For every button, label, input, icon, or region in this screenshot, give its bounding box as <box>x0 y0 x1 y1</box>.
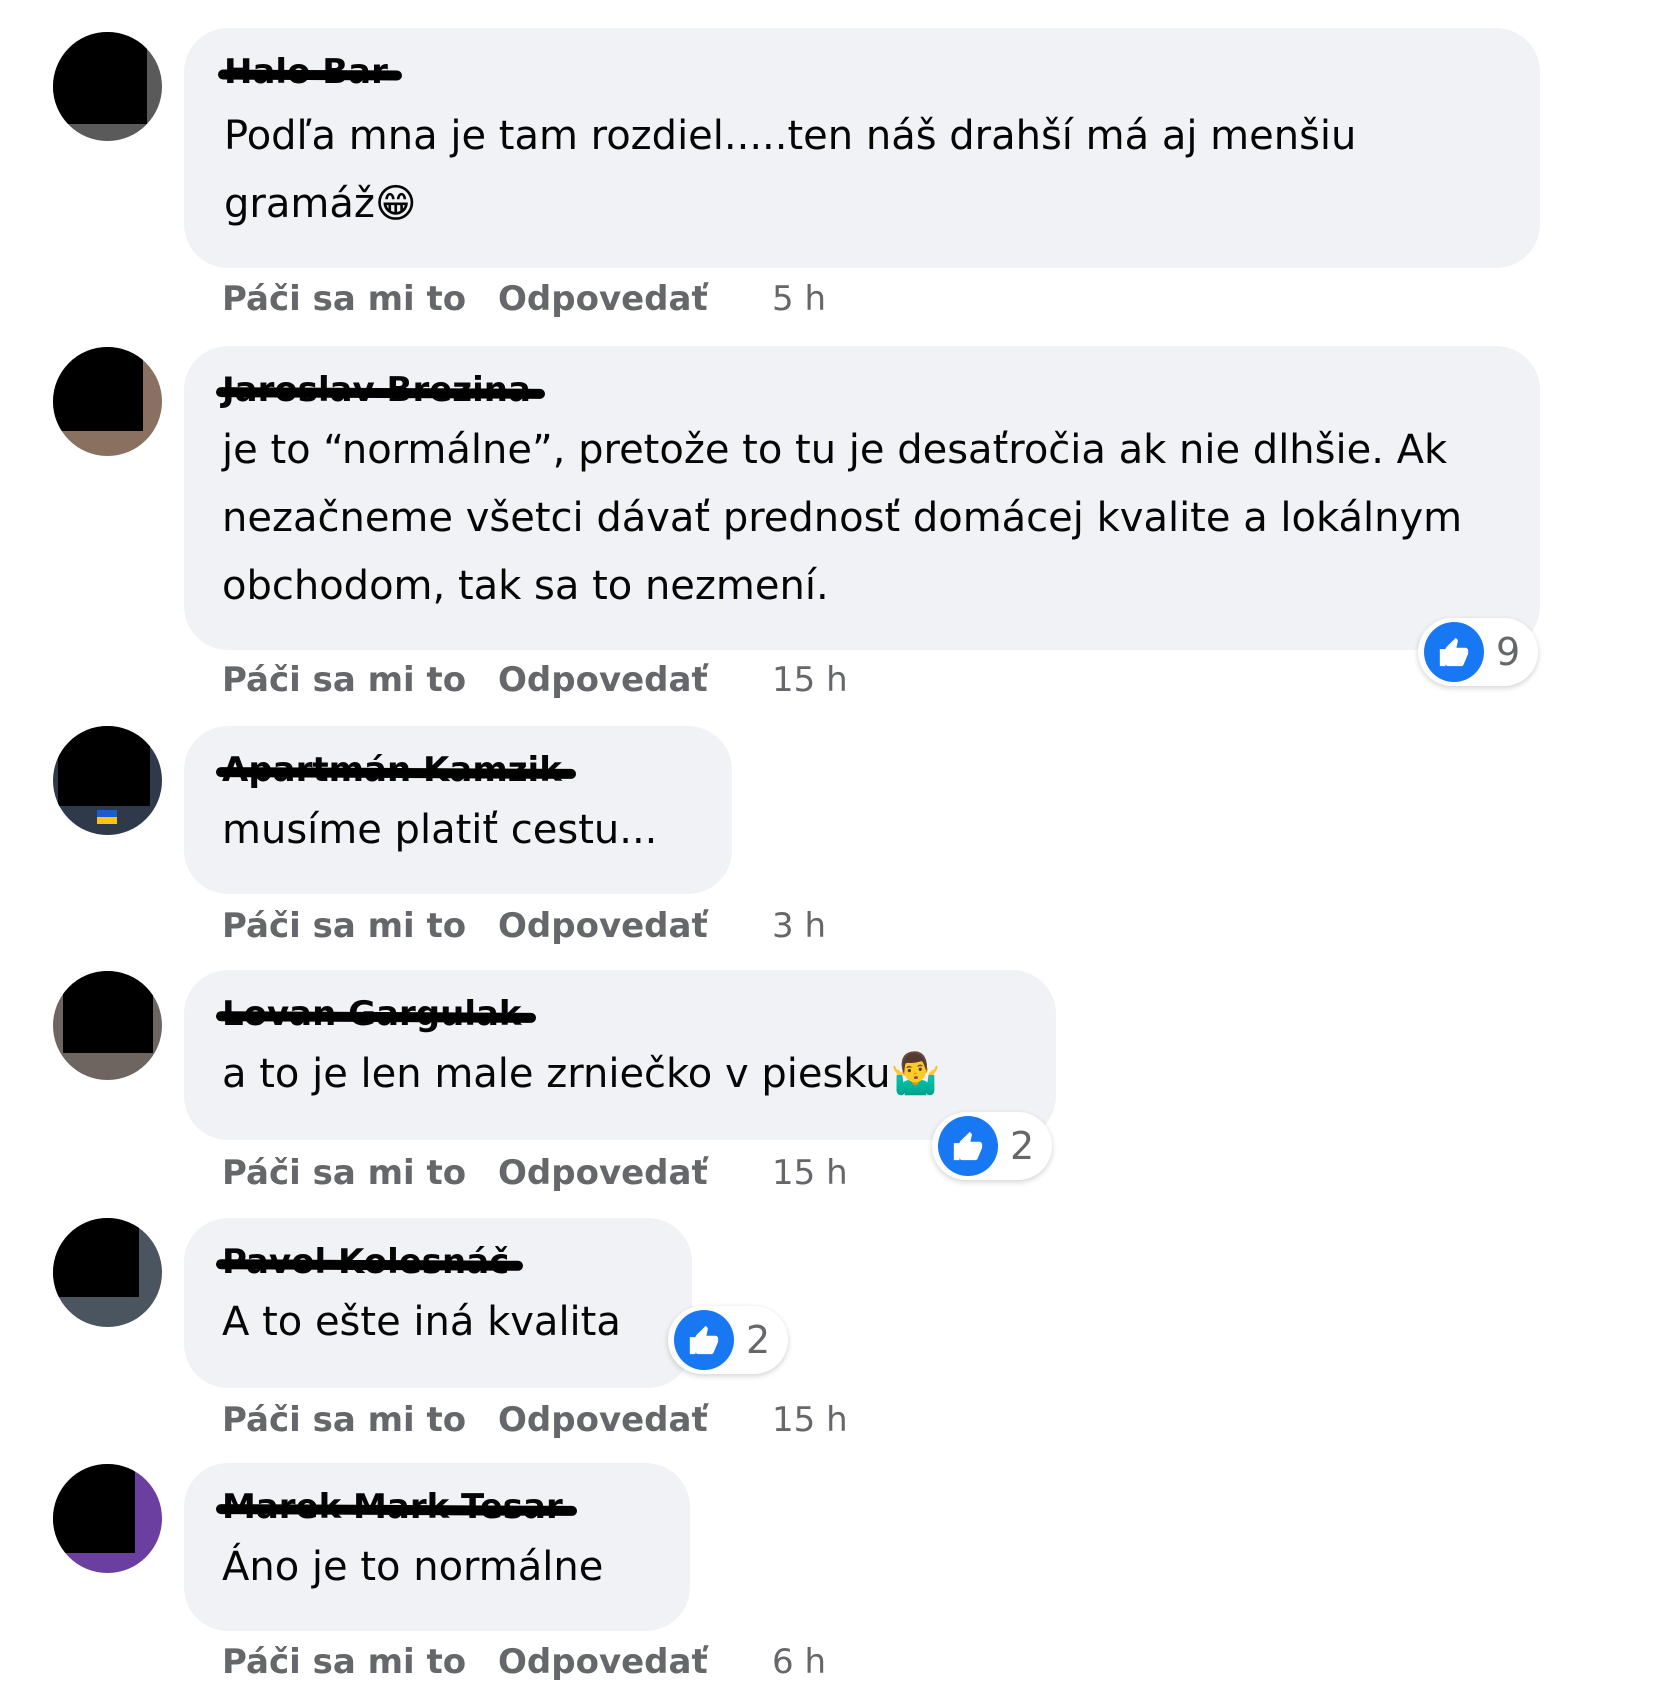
like-button[interactable]: Páči sa mi to <box>222 906 498 946</box>
timestamp[interactable]: 15 h <box>772 1153 848 1193</box>
like-thumb-icon <box>674 1310 734 1370</box>
avatar[interactable] <box>53 32 162 141</box>
reaction-count-value: 2 <box>746 1318 771 1362</box>
comment-text: Podľa mna je tam rozdiel.....ten náš dra… <box>224 102 1500 238</box>
comment-text: A to ešte iná kvalita <box>222 1299 621 1345</box>
avatar[interactable] <box>53 347 162 456</box>
like-button[interactable]: Páči sa mi to <box>222 1153 498 1193</box>
strikethrough-redaction <box>217 69 402 81</box>
strikethrough-redaction <box>215 767 576 779</box>
comment-actions: Páči sa mi to Odpovedať 15 h <box>222 1400 848 1440</box>
author-name[interactable]: Marek Mark Tesar <box>215 1487 577 1527</box>
timestamp[interactable]: 5 h <box>772 279 826 319</box>
timestamp[interactable]: 15 h <box>772 660 848 700</box>
like-button[interactable]: Páči sa mi to <box>222 1642 498 1682</box>
reaction-count-value: 9 <box>1496 630 1521 674</box>
reaction-count[interactable]: 2 <box>668 1306 788 1374</box>
redaction-box <box>58 726 150 806</box>
like-thumb-icon <box>1424 622 1484 682</box>
comment-actions: Páči sa mi to Odpovedať 5 h <box>222 279 826 319</box>
reply-button[interactable]: Odpovedať <box>498 1400 772 1440</box>
redaction-box <box>63 971 153 1053</box>
comment-bubble: Marek Mark Tesar Áno je to normálne <box>184 1463 690 1631</box>
comment-actions: Páči sa mi to Odpovedať 6 h <box>222 1642 826 1682</box>
like-button[interactable]: Páči sa mi to <box>222 1400 498 1440</box>
reply-button[interactable]: Odpovedať <box>498 660 772 700</box>
comment-bubble: Lovan Gargulak a to je len male zrniečko… <box>184 970 1056 1140</box>
timestamp[interactable]: 15 h <box>772 1400 848 1440</box>
comment-bubble: Apartmán Kamzik musíme platiť cestu... <box>184 726 732 894</box>
comment-text: Áno je to normálne <box>222 1544 604 1590</box>
comment-bubble: Jaroslav Brezina je to “normálne”, preto… <box>184 346 1540 650</box>
author-name[interactable]: Halo Bar <box>217 52 402 92</box>
reply-button[interactable]: Odpovedať <box>498 1153 772 1193</box>
avatar[interactable] <box>53 971 162 1080</box>
shrug-emoji-icon: 🤷‍♂️ <box>890 1051 941 1097</box>
grin-emoji-icon: 😁 <box>374 181 417 227</box>
comment-actions: Páči sa mi to Odpovedať 3 h <box>222 906 826 946</box>
reply-button[interactable]: Odpovedať <box>498 1642 772 1682</box>
comment-body: a to je len male zrniečko v piesku <box>222 1051 891 1097</box>
reaction-count[interactable]: 9 <box>1418 618 1538 686</box>
avatar[interactable] <box>53 1218 162 1327</box>
redaction-box <box>53 32 147 124</box>
comment-text: je to “normálne”, pretože to tu je desať… <box>222 427 1463 609</box>
author-name[interactable]: Jaroslav Brezina <box>215 370 545 410</box>
author-name[interactable]: Pavol Kolesnáč <box>215 1242 524 1282</box>
comment-text: musíme platiť cestu... <box>222 807 658 853</box>
redaction-box <box>53 1218 139 1297</box>
strikethrough-redaction <box>215 1259 524 1271</box>
reply-button[interactable]: Odpovedať <box>498 906 772 946</box>
strikethrough-redaction <box>215 1504 577 1516</box>
comment-actions: Páči sa mi to Odpovedať 15 h <box>222 660 848 700</box>
reply-button[interactable]: Odpovedať <box>498 279 772 319</box>
redaction-box <box>53 347 143 431</box>
redaction-box <box>53 1464 135 1553</box>
comment-bubble: Pavol Kolesnáč A to ešte iná kvalita <box>184 1218 692 1388</box>
timestamp[interactable]: 6 h <box>772 1642 826 1682</box>
author-name[interactable]: Apartmán Kamzik <box>215 750 576 790</box>
author-name[interactable]: Lovan Gargulak <box>215 994 536 1034</box>
reaction-count-value: 2 <box>1010 1124 1035 1168</box>
like-thumb-icon <box>938 1116 998 1176</box>
avatar[interactable] <box>53 1464 162 1573</box>
strikethrough-redaction <box>215 387 545 399</box>
strikethrough-redaction <box>215 1011 536 1023</box>
avatar[interactable] <box>53 726 162 835</box>
flag-badge <box>97 810 117 824</box>
timestamp[interactable]: 3 h <box>772 906 826 946</box>
comment-text: a to je len male zrniečko v piesku🤷‍♂️ <box>222 1040 1016 1108</box>
like-button[interactable]: Páči sa mi to <box>222 279 498 319</box>
reaction-count[interactable]: 2 <box>932 1112 1052 1180</box>
like-button[interactable]: Páči sa mi to <box>222 660 498 700</box>
comment-actions: Páči sa mi to Odpovedať 15 h <box>222 1153 848 1193</box>
comment-thread: Halo Bar Podľa mna je tam rozdiel.....te… <box>0 0 1680 1682</box>
comment-bubble: Halo Bar Podľa mna je tam rozdiel.....te… <box>184 28 1540 268</box>
